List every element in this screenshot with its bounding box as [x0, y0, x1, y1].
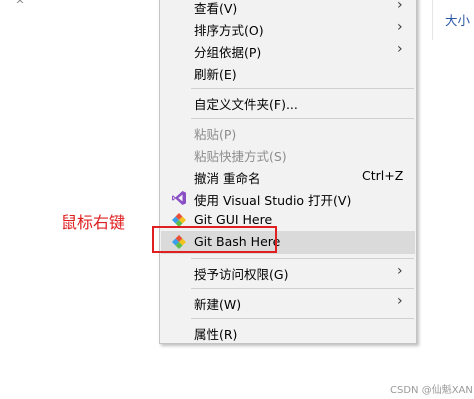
menu-item-label: 属性(R) [194, 327, 238, 342]
menu-separator [191, 258, 414, 259]
menu-item-group-by[interactable]: 分组依据(P) › [161, 39, 415, 62]
menu-item-shortcut: Ctrl+Z [362, 168, 404, 183]
menu-item-label: Git GUI Here [194, 212, 273, 227]
menu-item-paste-shortcut[interactable]: 粘贴快捷方式(S) [161, 143, 415, 166]
menu-item-label: 新建(W) [194, 297, 242, 312]
menu-item-view[interactable]: 查看(V) › [161, 0, 415, 18]
chevron-right-icon: › [397, 19, 403, 35]
chevron-right-icon: › [397, 263, 403, 279]
menu-item-properties[interactable]: 属性(R) [161, 321, 415, 344]
chevron-right-icon: › [397, 293, 403, 309]
annotation-label: 鼠标右键 [61, 213, 126, 232]
size-column-label: 大小 [445, 13, 471, 28]
context-menu: 查看(V) › 排序方式(O) › 分组依据(P) › 刷新(E) 自定义文件夹… [159, 0, 417, 344]
menu-item-refresh[interactable]: 刷新(E) [161, 61, 415, 84]
menu-item-give-access[interactable]: 授予访问权限(G) › [161, 261, 415, 284]
menu-item-label: 撤消 重命名 [194, 171, 261, 186]
menu-item-open-with-visual-studio[interactable]: 使用 Visual Studio 打开(V) [161, 187, 415, 210]
chevron-right-icon: › [397, 41, 403, 57]
size-column-header[interactable]: 大小 [432, 0, 474, 40]
menu-separator [191, 288, 414, 289]
menu-item-label: 刷新(E) [194, 67, 237, 82]
menu-item-label: 排序方式(O) [194, 23, 264, 38]
menu-item-label: 自定义文件夹(F)... [194, 97, 298, 112]
scroll-up-icon[interactable]: ^ [13, 0, 27, 12]
menu-item-label: 粘贴(P) [194, 127, 237, 142]
menu-item-label: 分组依据(P) [194, 45, 262, 60]
watermark: CSDN @仙魁XAN [390, 385, 473, 396]
menu-item-label: 查看(V) [194, 1, 238, 16]
menu-item-label: 使用 Visual Studio 打开(V) [194, 193, 352, 208]
chevron-right-icon: › [397, 0, 403, 13]
menu-separator [191, 118, 414, 119]
menu-item-label: 授予访问权限(G) [194, 267, 289, 282]
menu-item-sort-by[interactable]: 排序方式(O) › [161, 17, 415, 40]
annotation-highlight-box [152, 226, 277, 253]
menu-item-undo-rename[interactable]: 撤消 重命名 Ctrl+Z [161, 165, 415, 188]
menu-item-new[interactable]: 新建(W) › [161, 291, 415, 314]
menu-separator [191, 318, 414, 319]
menu-separator [191, 88, 414, 89]
menu-item-label: 粘贴快捷方式(S) [194, 149, 287, 164]
visual-studio-icon [171, 190, 187, 206]
menu-item-customize-folder[interactable]: 自定义文件夹(F)... [161, 91, 415, 114]
menu-item-paste[interactable]: 粘贴(P) [161, 121, 415, 144]
